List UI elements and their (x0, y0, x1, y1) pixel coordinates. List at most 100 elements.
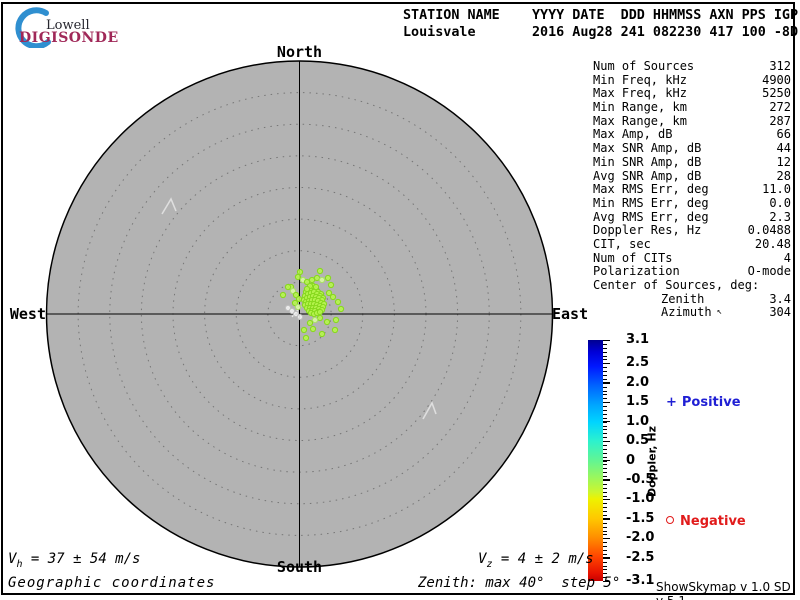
source-dot (296, 268, 304, 276)
colorbar-minor-tick (603, 343, 607, 345)
source-dot (337, 305, 345, 313)
colorbar-minor-tick (603, 483, 607, 485)
compass-label-south: South (276, 558, 323, 576)
source-dot (316, 308, 324, 316)
plus-icon: + (666, 395, 677, 410)
source-dot (329, 293, 337, 301)
colorbar-minor-tick (603, 472, 607, 474)
stat-label: Min SNR Amp, dB (593, 154, 702, 169)
stat-row: Zenith 3.4 (593, 291, 791, 307)
colorbar-tick (603, 557, 610, 559)
source-dot (303, 285, 311, 293)
stat-value: 44 (776, 141, 791, 156)
source-dot (308, 276, 316, 284)
colorbar-minor-tick (603, 530, 607, 532)
stat-value: 12 (776, 154, 791, 169)
stat-value: 0.0 (769, 195, 791, 210)
stat-value: 4 (783, 250, 791, 265)
colorbar-minor-tick (603, 445, 607, 446)
colorbar-minor-tick (603, 413, 607, 415)
stat-row: Doppler Res, Hz 0.0488 (593, 224, 791, 238)
colorbar-tick-label: 2.5 (626, 355, 650, 371)
stat-label: Avg RMS Err, deg (593, 209, 709, 224)
source-dot (303, 278, 311, 286)
stat-row: Max Freq, kHz 5250 (593, 87, 791, 101)
colorbar-tick (603, 401, 610, 404)
azimuth-direction-icon: ↖ (716, 307, 722, 318)
colorbar-tick (603, 382, 610, 384)
colorbar-minor-tick (603, 355, 607, 357)
colorbar-minor-tick (603, 359, 607, 361)
colorbar-minor-tick (603, 371, 607, 373)
source-dot (284, 283, 292, 291)
source-dot (318, 330, 326, 338)
positive-legend: + Positive (666, 395, 741, 410)
stat-label: Avg SNR Amp, dB (593, 168, 702, 183)
source-dot (316, 267, 324, 275)
colorbar-tick-label: 3.1 (626, 332, 650, 347)
colorbar-minor-tick (603, 546, 607, 547)
stat-value: 5250 (762, 86, 791, 101)
colorbar-minor-tick (603, 511, 607, 512)
colorbar-minor-tick (603, 526, 607, 528)
colorbar-minor-tick (603, 398, 607, 400)
colorbar-minor-tick (603, 452, 607, 454)
stat-label: Min Range, km (593, 100, 687, 115)
source-dot (279, 291, 287, 299)
compass-label-west: West (9, 305, 46, 323)
stat-row: Num of Sources 312 (593, 59, 791, 74)
source-dot (334, 298, 342, 306)
source-dot (312, 283, 320, 291)
colorbar-minor-tick (603, 378, 607, 380)
stat-row: Min RMS Err, deg 0.0 (593, 195, 791, 211)
skymap-app: North South West East Lowell DIGISONDE S… (0, 0, 800, 600)
source-dot (332, 316, 340, 324)
stat-value: O-mode (747, 264, 791, 279)
stat-row: Avg RMS Err, deg 2.3 (593, 209, 791, 225)
colorbar-minor-tick (603, 549, 607, 551)
source-dot (331, 326, 339, 334)
colorbar-tick (603, 339, 610, 341)
source-dot (294, 303, 302, 311)
colorbar-tick (603, 498, 610, 501)
stat-label: Max Range, km (593, 113, 687, 128)
stat-label: Min RMS Err, deg (593, 195, 709, 210)
colorbar-minor-tick (603, 487, 607, 489)
stat-label: Max Freq, kHz (593, 86, 687, 101)
circle-icon (666, 516, 674, 524)
source-dot (309, 325, 317, 333)
colorbar-minor-tick (603, 491, 607, 493)
negative-legend: Negative (666, 514, 746, 529)
stat-value: 312 (769, 59, 791, 73)
stat-row: Max SNR Amp, dB 44 (593, 141, 791, 156)
stat-label: Max SNR Amp, dB (593, 141, 702, 156)
colorbar-tick (603, 440, 610, 442)
stat-value: 0.0488 (747, 223, 791, 238)
colorbar-minor-tick (603, 468, 607, 470)
source-dot (300, 326, 308, 334)
vertical-velocity: Vz = 4 ± 2 m/s (478, 551, 594, 570)
stat-value: 11.0 (762, 182, 791, 197)
colorbar-minor-tick (603, 553, 607, 555)
stat-value: 272 (769, 100, 791, 115)
source-dot (294, 273, 302, 281)
colorbar-minor-tick (603, 522, 607, 524)
colorbar-tick (603, 537, 610, 540)
coordinates-label: Geographic coordinates (8, 575, 216, 591)
stat-row: Max RMS Err, deg 11.0 (593, 182, 791, 197)
stat-value: 3.4 (769, 291, 791, 306)
colorbar-minor-tick (603, 367, 607, 369)
colorbar-tick-label: 1.5 (626, 394, 650, 410)
stat-row: Min Freq, kHz 4900 (593, 73, 791, 88)
stat-label: Zenith (661, 291, 705, 306)
colorbar-minor-tick (603, 464, 607, 466)
source-dot (324, 274, 332, 282)
stat-label: Center of Sources, deg: (593, 278, 760, 292)
colorbar-tick-label: 0 (626, 452, 636, 468)
stat-label: Azimuth (661, 305, 712, 320)
colorbar-tick (603, 479, 610, 481)
colorbar-minor-tick (603, 514, 607, 516)
source-dot (311, 316, 319, 324)
colorbar-minor-tick (603, 507, 607, 509)
colorbar-minor-tick (603, 375, 607, 376)
